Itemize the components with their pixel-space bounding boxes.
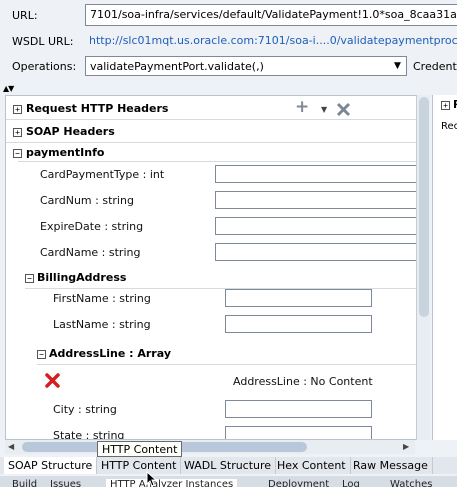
response-panel: + R Rec: [432, 95, 457, 440]
expand-icon[interactable]: +: [441, 101, 450, 110]
soap-structure-panel: + Request HTTP Headers + ▼ + SOAP Header…: [5, 95, 418, 440]
delete-entry-icon[interactable]: [44, 372, 61, 389]
chevron-down-icon[interactable]: ▼: [321, 105, 327, 114]
add-icon[interactable]: +: [295, 97, 309, 117]
response-label: Rec: [441, 121, 457, 132]
state-input[interactable]: [225, 426, 372, 439]
vertical-scroll-thumb[interactable]: [419, 97, 429, 317]
address-line-no-content: AddressLine : No Content: [233, 375, 373, 388]
tab-hex-content[interactable]: Hex Content: [273, 457, 351, 474]
address-line-row[interactable]: − AddressLine : Array: [37, 343, 417, 365]
tab-raw-message[interactable]: Raw Message: [349, 457, 433, 474]
dock-log[interactable]: Log: [342, 479, 360, 487]
dock-http-analyzer[interactable]: HTTP Analyzer Instances: [106, 479, 238, 487]
horizontal-scrollbar[interactable]: ◀ ▶: [5, 440, 415, 454]
dock-deployment[interactable]: Deployment: [268, 479, 329, 487]
state-label: State : string: [53, 429, 125, 440]
dock-issues[interactable]: Issues: [50, 479, 81, 487]
request-headers-row[interactable]: + Request HTTP Headers + ▼: [6, 97, 417, 120]
card-name-label: CardName : string: [40, 246, 141, 259]
wsdl-url-link[interactable]: http://slc01mqt.us.oracle.com:7101/soa-i…: [89, 34, 457, 47]
dropdown-arrow-icon[interactable]: ▼: [389, 57, 406, 75]
dock-build[interactable]: Build: [12, 479, 37, 487]
url-field[interactable]: 7101/soa-infra/services/default/Validate…: [85, 4, 457, 26]
tab-soap-structure[interactable]: SOAP Structure: [4, 457, 98, 474]
soap-headers-title: SOAP Headers: [26, 125, 115, 138]
operations-value: validatePaymentPort.validate(,): [90, 60, 264, 73]
url-label: URL:: [12, 9, 38, 22]
delete-icon[interactable]: [336, 102, 351, 117]
address-line-title: AddressLine : Array: [49, 347, 171, 360]
expand-icon[interactable]: +: [13, 105, 22, 114]
vertical-scrollbar[interactable]: [416, 95, 430, 440]
split-toggle-icon[interactable]: ▲▼: [3, 84, 14, 93]
billing-address-title: BillingAddress: [37, 271, 127, 284]
card-payment-type-label: CardPaymentType : int: [40, 168, 165, 181]
tab-bar: SOAP Structure HTTP Content WADL Structu…: [0, 457, 457, 474]
tab-wadl-structure[interactable]: WADL Structure: [180, 457, 277, 474]
dock-bar: Build Issues HTTP Analyzer Instances Dep…: [0, 476, 457, 487]
expire-date-label: ExpireDate : string: [40, 220, 144, 233]
credentials-label: Credent: [413, 60, 457, 73]
collapse-icon[interactable]: −: [25, 274, 34, 283]
collapse-icon[interactable]: −: [37, 350, 46, 359]
first-name-input[interactable]: [225, 289, 372, 307]
last-name-input[interactable]: [225, 315, 372, 333]
request-headers-title: Request HTTP Headers: [26, 102, 169, 115]
card-num-label: CardNum : string: [40, 194, 134, 207]
tab-http-content[interactable]: HTTP Content: [97, 457, 182, 474]
operations-select[interactable]: validatePaymentPort.validate(,): [85, 56, 407, 76]
city-label: City : string: [53, 403, 117, 416]
scroll-right-icon[interactable]: ▶: [403, 442, 409, 451]
city-input[interactable]: [225, 400, 372, 418]
response-title: R: [453, 98, 457, 111]
collapse-icon[interactable]: −: [13, 149, 22, 158]
card-payment-type-input[interactable]: [215, 165, 417, 183]
first-name-label: FirstName : string: [53, 292, 151, 305]
mouse-cursor-icon: [146, 471, 158, 487]
wsdl-label: WSDL URL:: [12, 35, 74, 48]
billing-address-row[interactable]: − BillingAddress: [25, 267, 417, 289]
card-name-input[interactable]: [215, 243, 417, 261]
soap-headers-row[interactable]: + SOAP Headers: [6, 121, 417, 143]
expire-date-input[interactable]: [215, 217, 417, 235]
last-name-label: LastName : string: [53, 318, 151, 331]
card-num-input[interactable]: [215, 191, 417, 209]
scroll-left-icon[interactable]: ◀: [8, 442, 14, 451]
tooltip: HTTP Content: [97, 441, 183, 457]
expand-icon[interactable]: +: [13, 128, 22, 137]
dock-watches[interactable]: Watches: [390, 479, 433, 487]
payment-info-title: paymentInfo: [26, 146, 105, 159]
operations-label: Operations:: [12, 60, 77, 73]
